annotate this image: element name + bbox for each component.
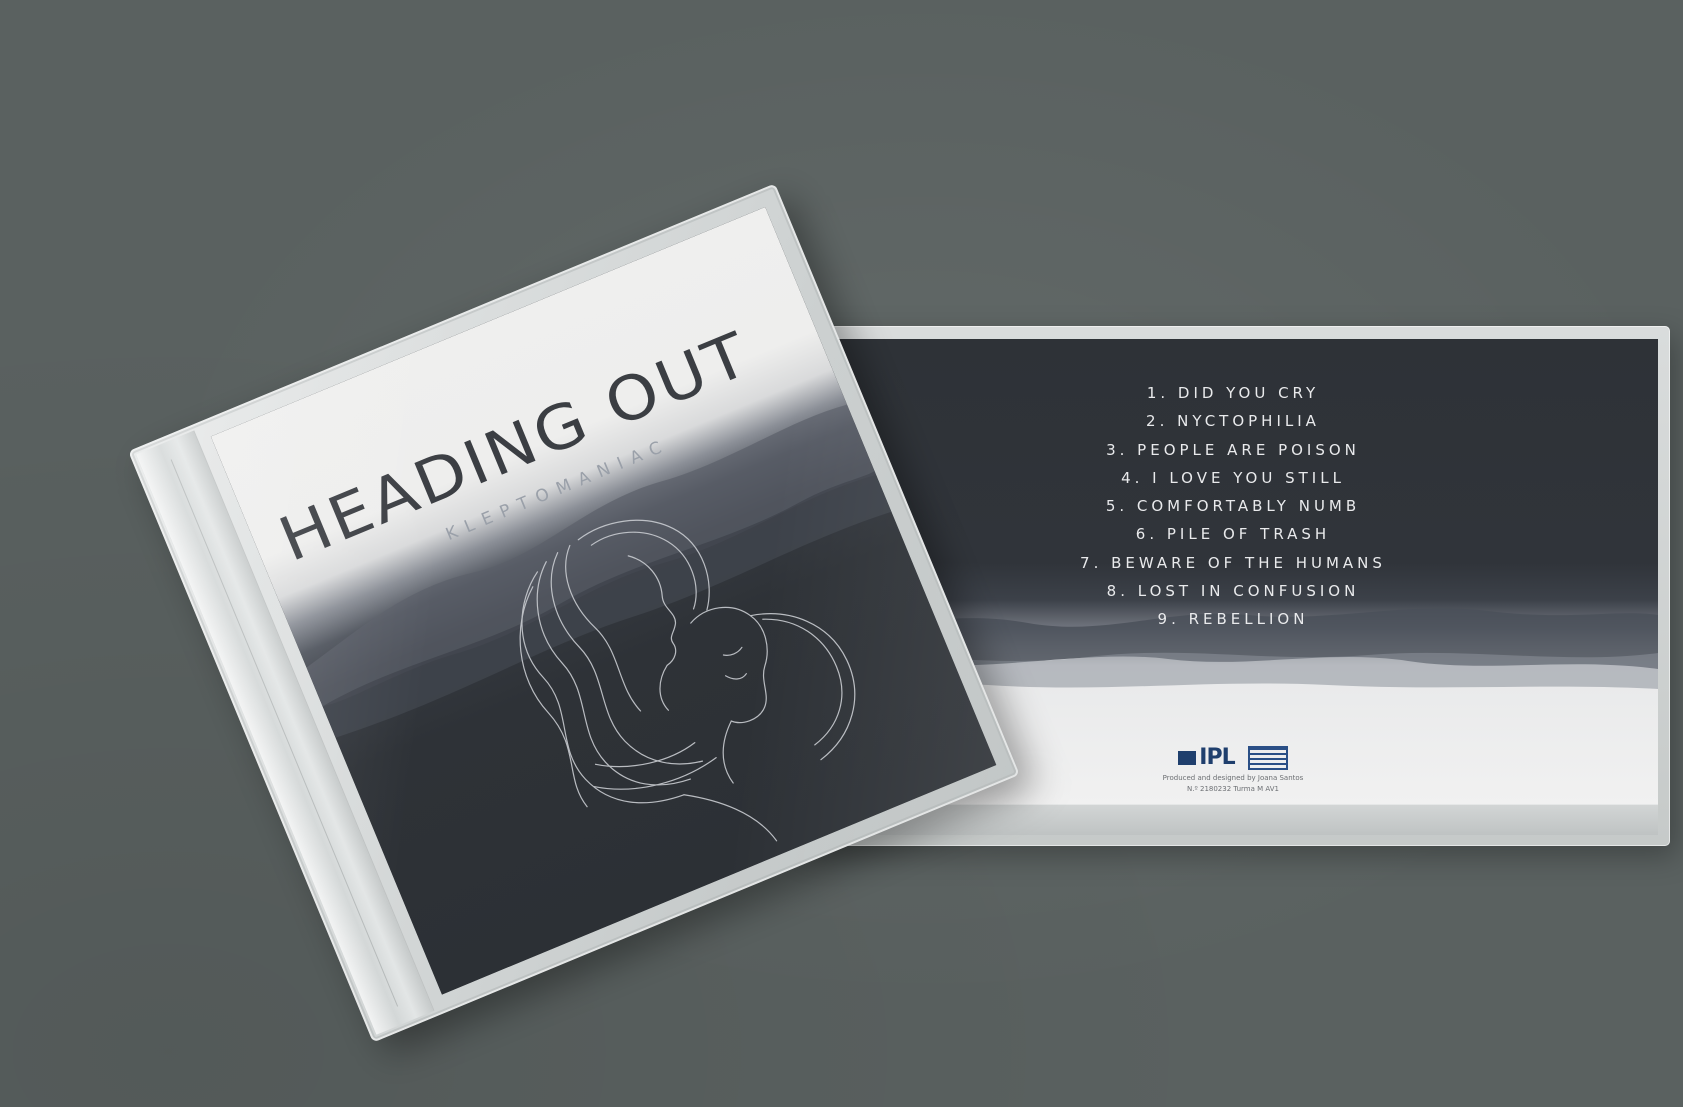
track-item: 4. I LOVE YOU STILL [1121, 468, 1345, 487]
ipl-mark-icon [1178, 751, 1197, 765]
school-crest-icon [1247, 745, 1288, 770]
track-item: 1. DID YOU CRY [1146, 384, 1320, 402]
mockup-scene: 1. DID YOU CRY 2. NYCTOPHILIA 3. PEOPLE … [0, 0, 1683, 1107]
track-item: 5. COMFORTABLY NUMB [1105, 497, 1361, 516]
track-item: 2. NYCTOPHILIA [1146, 412, 1320, 431]
track-item: 3. PEOPLE ARE POISON [1106, 440, 1360, 459]
ipl-logo-icon: IPL [1178, 745, 1236, 770]
ipl-logo-text: IPL [1199, 745, 1235, 770]
